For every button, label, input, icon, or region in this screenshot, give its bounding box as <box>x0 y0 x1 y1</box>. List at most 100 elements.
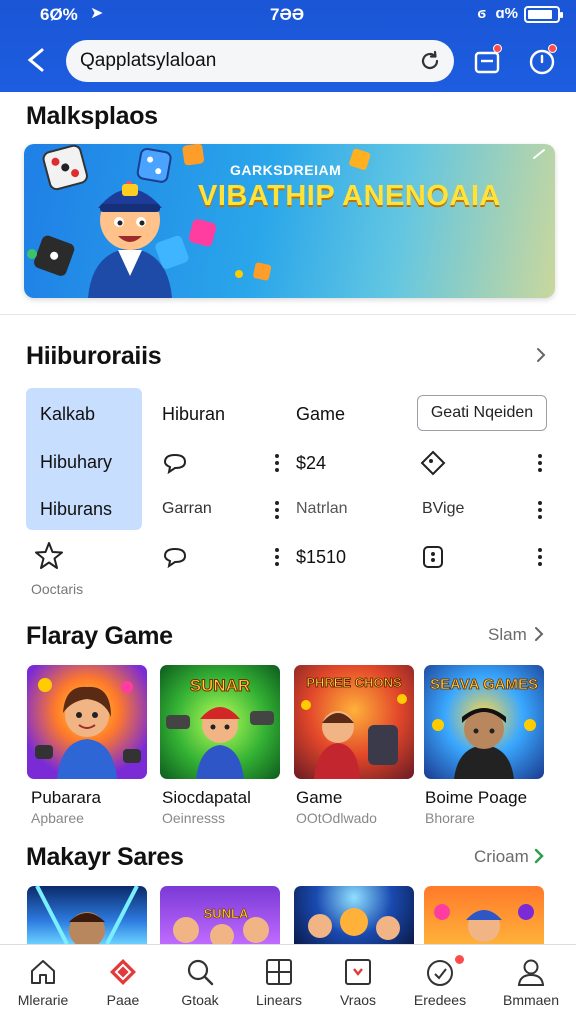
nav-item-home[interactable]: Mlerarie <box>2 945 84 1024</box>
nav-label: Bmmaen <box>502 992 560 1008</box>
game-card[interactable]: SUNAR <box>160 665 280 779</box>
card-art-text: SUNAR <box>190 676 250 695</box>
chevron-right-icon[interactable] <box>532 346 550 364</box>
price-value: $24 <box>296 453 327 473</box>
square-icon <box>345 959 371 985</box>
grid-icon <box>266 959 292 985</box>
section-title: Malksplaos <box>26 102 158 130</box>
column-label: Hiburan <box>162 404 226 424</box>
section-title: Makayr Sares <box>26 843 184 871</box>
chevron-right-icon[interactable] <box>530 847 548 865</box>
game-card[interactable] <box>27 665 147 779</box>
bottom-navigation: Mlerarie Paae Gtoak Linears Vraos Eredee… <box>0 944 576 1024</box>
status-signal: 6Ø% <box>40 5 78 24</box>
nav-label: Gtoak <box>181 992 219 1008</box>
user-icon <box>517 959 545 986</box>
notification-badge <box>454 954 465 965</box>
action-button[interactable]: Geati Nqeiden <box>417 395 547 431</box>
search-bar[interactable] <box>66 40 454 82</box>
nav-label: Mlerarie <box>17 992 69 1008</box>
tag-icon[interactable] <box>420 450 446 476</box>
see-all-link[interactable]: Slam <box>488 625 527 645</box>
back-button[interactable] <box>20 44 52 76</box>
card-art-text: SUNLA <box>204 906 249 921</box>
price-value: $1510 <box>296 547 347 567</box>
card-subtitle: Bhorare <box>425 810 475 826</box>
nav-label: Paae <box>106 992 140 1008</box>
notification-badge <box>493 44 502 53</box>
section-title: Flaray Game <box>26 622 173 650</box>
game-art: SEAVA GAMES <box>430 676 538 779</box>
game-art <box>35 886 139 944</box>
status-icon: ϭ <box>477 5 486 22</box>
more-options-icon[interactable] <box>274 548 280 568</box>
game-card[interactable] <box>27 886 147 944</box>
nav-label: Linears <box>256 992 302 1008</box>
column-label: Game <box>296 404 346 424</box>
game-art: SUNAR <box>166 676 274 779</box>
card-subtitle: Apbaree <box>31 810 84 826</box>
more-options-icon[interactable] <box>537 501 543 521</box>
game-art <box>434 904 534 942</box>
notification-badge <box>548 44 557 53</box>
more-options-icon[interactable] <box>274 501 280 521</box>
card-title[interactable]: Boime Poage <box>425 788 527 808</box>
game-art: SUNLA <box>173 906 269 944</box>
refresh-icon[interactable] <box>418 49 442 73</box>
game-card[interactable]: SUNLA <box>160 886 280 944</box>
card-art-text: PHREE CHONS <box>306 675 402 690</box>
menu-item[interactable]: Hibuhary <box>40 452 112 473</box>
home-icon <box>31 960 55 984</box>
promo-banner[interactable]: GARKSDREIAM VIBATHIP ANENOAIA <box>24 144 555 298</box>
item-label: Garran <box>162 500 212 517</box>
card-title[interactable]: Pubarara <box>31 788 101 808</box>
card-subtitle: OOtOdlwado <box>296 810 377 826</box>
nav-item-profile[interactable]: Bmmaen <box>490 945 572 1024</box>
divider <box>0 314 576 315</box>
menu-item[interactable]: Kalkab <box>40 404 95 425</box>
status-percent: ɑ% <box>495 5 519 22</box>
more-options-icon[interactable] <box>537 454 543 474</box>
card-title[interactable]: Siocdapatal <box>162 788 251 808</box>
close-icon <box>27 48 44 72</box>
nav-label: Eredees <box>413 992 467 1008</box>
game-art <box>308 908 400 940</box>
more-options-icon[interactable] <box>537 548 543 568</box>
chat-icon[interactable] <box>162 452 188 474</box>
game-card[interactable] <box>424 886 544 944</box>
character <box>88 184 172 298</box>
game-card[interactable] <box>294 886 414 944</box>
nav-item-search[interactable]: Gtoak <box>159 945 241 1024</box>
nav-item-videos[interactable]: Vraos <box>317 945 399 1024</box>
top-app-bar: 6Ø% ➤ 7ƏƏ ϭ ɑ% <box>0 0 576 92</box>
game-card[interactable]: PHREE CHONS <box>294 665 414 779</box>
nav-label: Vraos <box>339 992 377 1008</box>
battery-icon <box>524 6 563 23</box>
item-label: BVige <box>422 500 465 517</box>
location-arrow-icon: ➤ <box>90 5 104 22</box>
search-icon <box>187 959 214 986</box>
search-input[interactable] <box>80 49 410 73</box>
nav-item-badges[interactable]: Eredees <box>399 945 481 1024</box>
game-card[interactable]: SEAVA GAMES <box>424 665 544 779</box>
badge-icon <box>427 960 453 986</box>
menu-item[interactable]: Hiburans <box>40 499 112 520</box>
nav-item-page[interactable]: Paae <box>82 945 164 1024</box>
game-art <box>35 678 141 779</box>
chevron-right-icon[interactable] <box>530 625 548 643</box>
banner-title: VIBATHIP ANENOAIA <box>198 180 501 212</box>
dice-icon[interactable] <box>421 544 445 570</box>
card-title[interactable]: Game <box>296 788 342 808</box>
section-title: Hiiburoraiis <box>26 342 162 370</box>
status-bar: 6Ø% ➤ 7ƏƏ ϭ ɑ% <box>0 0 576 30</box>
more-options-icon[interactable] <box>274 454 280 474</box>
status-time: 7ƏƏ <box>270 5 305 24</box>
card-subtitle: Oeinresss <box>162 810 226 826</box>
chat-icon[interactable] <box>162 546 188 568</box>
game-art: PHREE CHONS <box>301 675 407 779</box>
nav-item-grid[interactable]: Linears <box>238 945 320 1024</box>
diamond-icon <box>110 959 136 985</box>
card-art-text: SEAVA GAMES <box>430 676 538 693</box>
see-all-link[interactable]: Crioam <box>474 847 529 867</box>
star-icon[interactable] <box>33 540 65 572</box>
